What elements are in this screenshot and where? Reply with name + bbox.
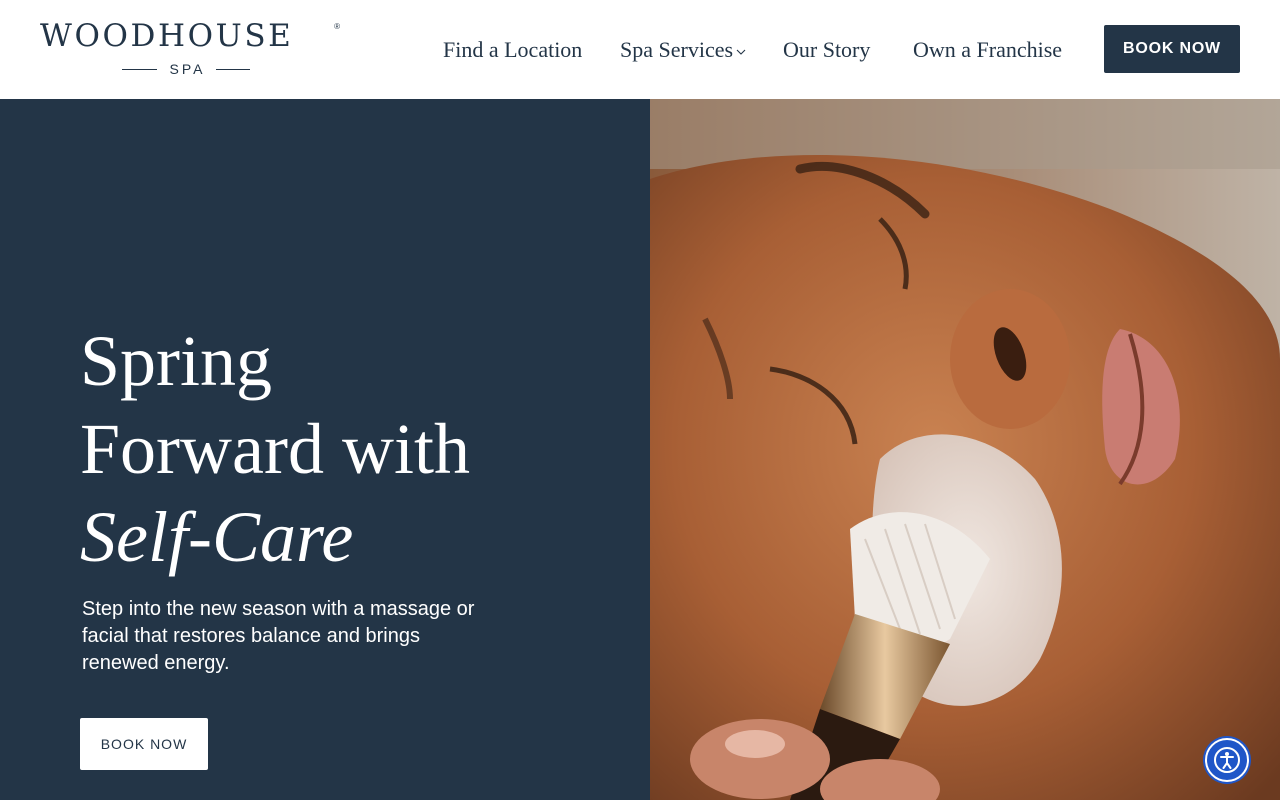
header-book-now-button[interactable]: BOOK NOW	[1104, 25, 1240, 73]
nav-our-story[interactable]: Our Story	[783, 36, 870, 64]
site-header: WOODHOUSE ® SPA Find a Location Spa Serv…	[0, 0, 1280, 99]
accessibility-button[interactable]	[1205, 738, 1249, 782]
logo-divider-right	[215, 68, 251, 70]
hero-title: Spring Forward with Self-Care	[80, 317, 470, 581]
nav-find-a-location[interactable]: Find a Location	[443, 36, 582, 64]
hero-title-line-3: Self-Care	[80, 497, 354, 577]
nav-own-a-franchise[interactable]: Own a Franchise	[913, 36, 1062, 64]
hero-title-line-1: Spring	[80, 321, 273, 401]
chevron-down-icon[interactable]	[736, 47, 746, 57]
facial-treatment-photo	[650, 99, 1280, 800]
hero-title-line-2: Forward with	[80, 409, 470, 489]
hero-text-panel: Spring Forward with Self-Care Step into …	[0, 99, 650, 800]
hero-description: Step into the new season with a massage …	[82, 598, 475, 674]
hero-image-panel	[650, 99, 1280, 800]
nav-spa-services-label: Spa Services	[620, 37, 734, 62]
nav-spa-services[interactable]: Spa Services	[620, 36, 746, 64]
main-navigation: Find a Location Spa Services Our Story O…	[0, 36, 1280, 64]
hero-book-now-button[interactable]: BOOK NOW	[80, 718, 208, 770]
accessibility-icon	[1214, 747, 1240, 773]
registered-mark: ®	[334, 22, 340, 31]
logo-divider-left	[122, 68, 157, 70]
